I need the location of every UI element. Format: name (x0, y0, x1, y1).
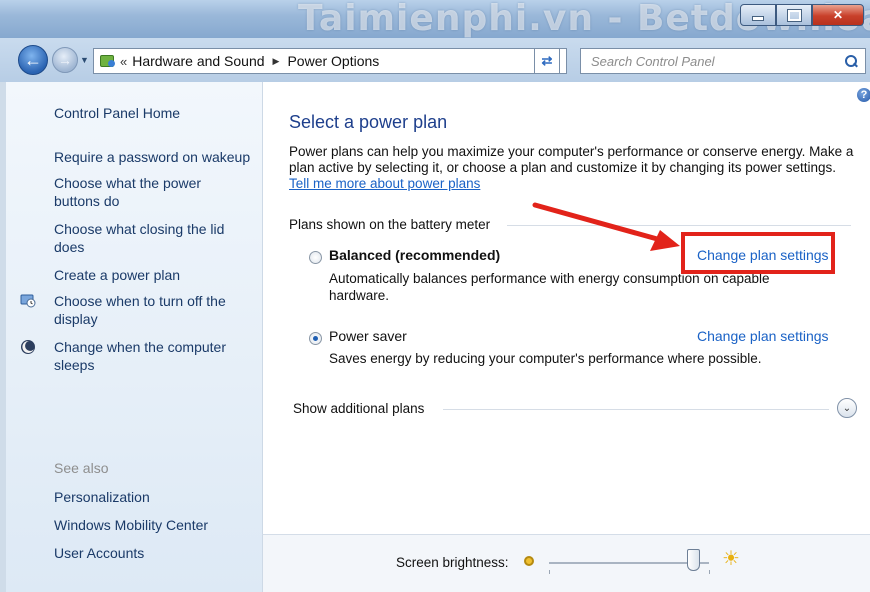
minimize-icon (752, 15, 764, 21)
control-panel-home-link[interactable]: Control Panel Home (54, 104, 180, 122)
balanced-plan-radio[interactable] (309, 251, 322, 264)
battery-meter-group-label: Plans shown on the battery meter (289, 217, 491, 232)
main-content: ? Select a power plan Power plans can he… (262, 82, 870, 534)
power-saver-plan-name[interactable]: Power saver (329, 328, 407, 344)
personalization-link[interactable]: Personalization (54, 488, 150, 506)
computer-sleeps-link[interactable]: Change when the computer sleeps (54, 338, 250, 374)
turn-off-display-link[interactable]: Choose when to turn off the display (54, 292, 250, 328)
forward-button[interactable]: → (52, 47, 78, 73)
power-saver-plan-radio[interactable] (309, 332, 322, 345)
annotation-highlight-box (681, 232, 835, 274)
breadcrumb-power-options[interactable]: Power Options (287, 53, 379, 69)
page-title: Select a power plan (289, 112, 448, 132)
address-bar[interactable]: « Hardware and Sound ▶ Power Options ▼ (93, 48, 567, 74)
slider-tick (709, 570, 710, 574)
screen-brightness-label: Screen brightness: (396, 555, 509, 570)
back-arrow-icon: ← (24, 49, 42, 70)
task-pane: Control Panel Home Require a password on… (6, 82, 262, 592)
title-bar[interactable]: Taimienphi.vn - Betdownload ✕ (0, 0, 870, 39)
balanced-plan-name[interactable]: Balanced (recommended) (329, 247, 500, 263)
slider-tick (549, 570, 550, 574)
user-accounts-link[interactable]: User Accounts (54, 544, 144, 562)
power-saver-plan-description: Saves energy by reducing your computer's… (329, 351, 762, 366)
mobility-center-link[interactable]: Windows Mobility Center (54, 516, 208, 534)
power-buttons-link[interactable]: Choose what the power buttons do (54, 174, 204, 210)
refresh-button[interactable]: ⇄ (534, 48, 560, 74)
expand-chevron-icon[interactable]: ⌄ (837, 398, 857, 418)
recent-pages-dropdown[interactable]: ▼ (80, 55, 89, 65)
sleep-moon-icon (20, 339, 36, 355)
close-button[interactable]: ✕ (812, 4, 864, 26)
chevron-down-icon: ▼ (80, 55, 89, 65)
bright-sun-icon: ☀ (722, 548, 740, 570)
help-icon[interactable]: ? (857, 88, 870, 102)
show-more-divider (443, 409, 829, 410)
maximize-icon (786, 8, 802, 22)
power-saver-change-plan-settings-link[interactable]: Change plan settings (697, 328, 829, 344)
search-box[interactable] (580, 48, 866, 74)
learn-more-link[interactable]: Tell me more about power plans (289, 176, 480, 191)
closing-lid-link[interactable]: Choose what closing the lid does (54, 220, 244, 256)
maximize-button[interactable] (776, 4, 812, 26)
back-button[interactable]: ← (18, 45, 48, 75)
brightness-slider-track[interactable] (549, 562, 709, 564)
control-panel-icon (98, 53, 118, 69)
balanced-plan-description: Automatically balances performance with … (329, 271, 770, 303)
close-icon: ✕ (832, 8, 844, 22)
require-password-link[interactable]: Require a password on wakeup (54, 148, 260, 166)
display-icon (20, 293, 36, 309)
minimize-button[interactable] (740, 4, 776, 26)
show-additional-plans-label[interactable]: Show additional plans (293, 401, 424, 416)
page-description: Power plans can help you maximize your c… (289, 144, 859, 192)
breadcrumb-separator-icon[interactable]: ▶ (273, 56, 280, 67)
window-controls: ✕ (740, 4, 864, 26)
search-icon[interactable] (845, 55, 858, 68)
search-input[interactable] (589, 52, 833, 70)
brightness-slider-thumb[interactable] (687, 549, 700, 571)
refresh-icon: ⇄ (541, 53, 553, 68)
navigation-bar: ← → ▼ « Hardware and Sound ▶ Power Optio… (0, 38, 870, 82)
group-divider (507, 225, 851, 226)
power-options-window: Taimienphi.vn - Betdownload ✕ ← → ▼ « Ha… (0, 0, 870, 592)
description-text: Power plans can help you maximize your c… (289, 144, 854, 175)
dim-brightness-icon (524, 556, 534, 566)
create-power-plan-link[interactable]: Create a power plan (54, 266, 180, 284)
forward-arrow-icon: → (58, 52, 72, 68)
brightness-bar: Screen brightness: ☀ (262, 534, 870, 592)
breadcrumb-hardware-and-sound[interactable]: Hardware and Sound (132, 53, 264, 69)
breadcrumb-overflow[interactable]: « (120, 54, 127, 69)
see-also-heading: See also (54, 460, 109, 476)
